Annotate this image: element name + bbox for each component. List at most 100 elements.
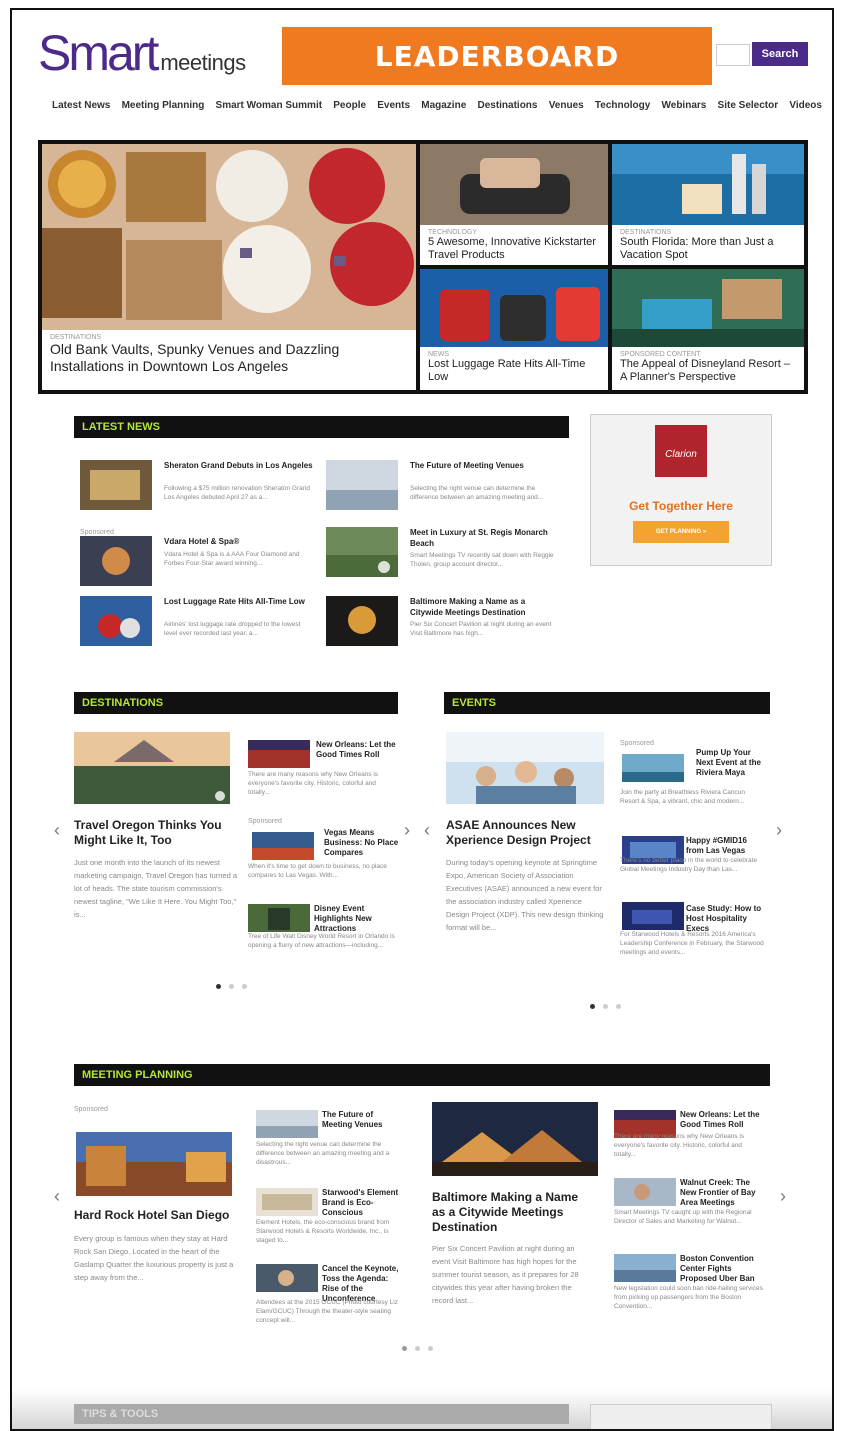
hero-tile-title[interactable]: The Appeal of Disneyland Resort – A Plan…	[620, 358, 796, 384]
hero-main-story[interactable]: DESTINATIONS Old Bank Vaults, Spunky Ven…	[42, 144, 416, 390]
item-title[interactable]: Vdara Hotel & Spa®	[164, 536, 314, 547]
list-item[interactable]: Lost Luggage Rate Hits All-Time Low Airl…	[80, 596, 320, 650]
item-title[interactable]: New Orleans: Let the Good Times Roll	[680, 1110, 766, 1130]
baltimore-title[interactable]: Baltimore Making a Name as a Citywide Me…	[432, 1190, 592, 1235]
hero-tile-lost-luggage[interactable]: NEWS Lost Luggage Rate Hits All-Time Low	[420, 269, 608, 390]
list-item[interactable]: Baltimore Making a Name as a Citywide Me…	[326, 596, 566, 650]
events-header[interactable]: EVENTS	[444, 692, 770, 714]
nav-meeting-planning[interactable]: Meeting Planning	[122, 100, 205, 111]
item-text: There's no better place in the world to …	[620, 857, 758, 873]
meeting-planning-header[interactable]: MEETING PLANNING	[74, 1064, 770, 1086]
item-title[interactable]: Starwood's Element Brand is Eco-Consciou…	[322, 1188, 406, 1218]
nav-destinations[interactable]: Destinations	[477, 100, 537, 111]
item-title[interactable]: Sheraton Grand Debuts in Los Angeles	[164, 460, 314, 471]
item-title[interactable]: The Future of Meeting Venues	[322, 1110, 402, 1130]
item-title[interactable]: Walnut Creek: The New Frontier of Bay Ar…	[680, 1178, 766, 1208]
sponsored-label: Sponsored	[80, 529, 114, 536]
carousel-dot[interactable]	[229, 984, 234, 989]
nav-venues[interactable]: Venues	[549, 100, 584, 111]
events-next-arrow[interactable]: ›	[776, 820, 782, 841]
baltimore-image[interactable]	[432, 1102, 598, 1176]
tips-tools-header[interactable]: TIPS & TOOLS	[74, 1404, 569, 1424]
item-title[interactable]: New Orleans: Let the Good Times Roll	[316, 740, 402, 760]
meeting-planning-next-arrow[interactable]: ›	[780, 1186, 786, 1207]
list-item[interactable]: Vdara Hotel & Spa® Vdara Hotel & Spa is …	[80, 536, 320, 590]
item-title[interactable]: Baltimore Making a Name as a Citywide Me…	[410, 596, 560, 618]
events-feature-title[interactable]: ASAE Announces New Xperience Design Proj…	[446, 818, 614, 848]
item-title[interactable]: Vegas Means Business: No Place Compares	[324, 828, 400, 858]
thumbnail	[622, 754, 684, 782]
hero-tile-disneyland[interactable]: SPONSORED CONTENT The Appeal of Disneyla…	[612, 269, 804, 390]
nav-magazine[interactable]: Magazine	[421, 100, 466, 111]
events-prev-arrow[interactable]: ‹	[424, 820, 430, 841]
carousel-dot[interactable]	[402, 1346, 407, 1351]
hero-tile-kickstarter[interactable]: TECHNOLOGY 5 Awesome, Innovative Kicksta…	[420, 144, 608, 265]
search-input[interactable]	[716, 44, 750, 66]
item-title[interactable]: Lost Luggage Rate Hits All-Time Low	[164, 596, 314, 607]
latest-news-header[interactable]: LATEST NEWS	[74, 416, 569, 438]
nav-webinars[interactable]: Webinars	[662, 100, 707, 111]
thumbnail	[614, 1178, 676, 1206]
thumbnail	[622, 902, 684, 930]
item-title[interactable]: Pump Up Your Next Event at the Riviera M…	[696, 748, 766, 778]
thumbnail	[80, 536, 152, 586]
hero-tile-south-florida[interactable]: DESTINATIONS South Florida: More than Ju…	[612, 144, 804, 265]
carousel-dot[interactable]	[590, 1004, 595, 1009]
list-item[interactable]: Sheraton Grand Debuts in Los Angeles Fol…	[80, 460, 320, 514]
carousel-dot[interactable]	[242, 984, 247, 989]
hero-main-category: DESTINATIONS	[50, 334, 102, 341]
sponsored-label: Sponsored	[620, 740, 654, 747]
hero-tile-caption: DESTINATIONS South Florida: More than Ju…	[612, 225, 804, 265]
list-item[interactable]: The Future of Meeting Venues Selecting t…	[326, 460, 566, 514]
item-text: For Starwood Hotels & Resorts 2016 Ameri…	[620, 931, 764, 956]
carousel-dot[interactable]	[428, 1346, 433, 1351]
site-logo[interactable]: Smart meetings	[38, 28, 246, 78]
item-title[interactable]: Meet in Luxury at St. Regis Monarch Beac…	[410, 527, 560, 549]
thumbnail	[80, 460, 152, 510]
destinations-prev-arrow[interactable]: ‹	[54, 820, 60, 841]
destinations-header[interactable]: DESTINATIONS	[74, 692, 398, 714]
sponsored-label: Sponsored	[248, 818, 282, 825]
nav-events[interactable]: Events	[377, 100, 410, 111]
thumbnail	[248, 740, 310, 768]
destinations-carousel-dots[interactable]	[216, 984, 247, 989]
nav-latest-news[interactable]: Latest News	[52, 100, 110, 111]
events-carousel-dots[interactable]	[590, 1004, 621, 1009]
nav-smart-woman-summit[interactable]: Smart Woman Summit	[216, 100, 323, 111]
nav-people[interactable]: People	[333, 100, 366, 111]
thumbnail	[326, 596, 398, 646]
search-button[interactable]: Search	[752, 42, 808, 66]
hero-tile-title[interactable]: South Florida: More than Just a Vacation…	[620, 236, 796, 262]
hero-grid: DESTINATIONS Old Bank Vaults, Spunky Ven…	[38, 140, 808, 394]
clarion-ad[interactable]: Clarion Get Together Here GET PLANNING »	[590, 414, 772, 566]
hero-tile-title[interactable]: Lost Luggage Rate Hits All-Time Low	[428, 358, 600, 384]
tips-ad-box[interactable]	[590, 1404, 772, 1429]
destinations-feature-image[interactable]	[74, 732, 230, 804]
hero-main-title[interactable]: Old Bank Vaults, Spunky Venues and Dazzl…	[50, 341, 408, 375]
destinations-next-arrow[interactable]: ›	[404, 820, 410, 841]
hard-rock-title[interactable]: Hard Rock Hotel San Diego	[74, 1208, 244, 1223]
carousel-dot[interactable]	[216, 984, 221, 989]
item-title[interactable]: Boston Convention Center Fights Proposed…	[680, 1254, 766, 1284]
item-title[interactable]: The Future of Meeting Venues	[410, 460, 560, 471]
carousel-dot[interactable]	[415, 1346, 420, 1351]
item-title[interactable]: Disney Event Highlights New Attractions	[314, 904, 402, 934]
item-title[interactable]: Happy #GMID16 from Las Vegas	[686, 836, 766, 856]
thumbnail	[252, 832, 314, 860]
hero-tile-title[interactable]: 5 Awesome, Innovative Kickstarter Travel…	[428, 236, 600, 262]
sponsored-label: Sponsored	[74, 1106, 108, 1113]
list-item[interactable]: Meet in Luxury at St. Regis Monarch Beac…	[326, 527, 566, 581]
leaderboard-ad[interactable]: LEADERBOARD	[282, 27, 712, 85]
hero-tile-category: SPONSORED CONTENT	[620, 351, 701, 358]
meeting-planning-prev-arrow[interactable]: ‹	[54, 1186, 60, 1207]
get-planning-button[interactable]: GET PLANNING »	[633, 521, 729, 543]
carousel-dot[interactable]	[616, 1004, 621, 1009]
events-feature-image[interactable]	[446, 732, 604, 804]
hard-rock-image[interactable]	[76, 1132, 232, 1196]
nav-site-selector[interactable]: Site Selector	[718, 100, 779, 111]
meeting-planning-carousel-dots[interactable]	[402, 1346, 433, 1351]
destinations-feature-title[interactable]: Travel Oregon Thinks You Might Like It, …	[74, 818, 234, 848]
carousel-dot[interactable]	[603, 1004, 608, 1009]
nav-technology[interactable]: Technology	[595, 100, 650, 111]
nav-videos[interactable]: Videos	[789, 100, 822, 111]
